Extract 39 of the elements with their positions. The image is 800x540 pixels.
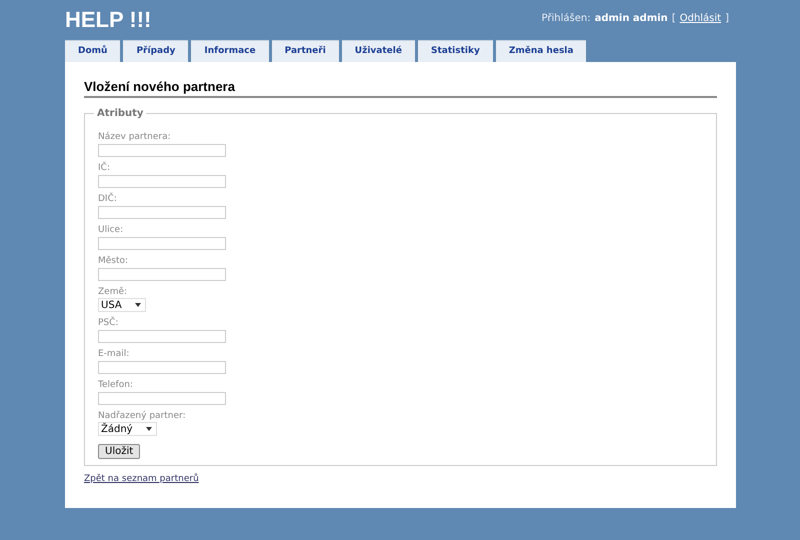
field-label: Telefon: [98, 380, 133, 391]
bracket: ] [725, 12, 729, 26]
back-link[interactable]: Zpět na seznam partnerů [84, 473, 199, 486]
bracket: [ [672, 12, 676, 26]
field-label: Název partnera: [98, 132, 171, 143]
input-field[interactable] [98, 144, 226, 157]
nav-tab[interactable]: Uživatelé [342, 40, 415, 62]
field-label: PSČ: [98, 318, 118, 329]
nav-tab[interactable]: Změna hesla [496, 40, 586, 62]
field-label: Ulice: [98, 225, 124, 236]
field-label: Město: [98, 256, 128, 267]
field-label: Nadřazený partner: [98, 411, 186, 422]
fieldset-legend: Atributy [94, 106, 146, 121]
input-field[interactable] [98, 175, 226, 188]
nav-tab[interactable]: Partneři [272, 40, 339, 62]
field-label: DIČ: [98, 194, 117, 205]
nav-tab[interactable]: Informace [191, 40, 269, 62]
input-field[interactable] [98, 206, 226, 219]
app-title: HELP !!! [65, 8, 152, 32]
field-label: E-mail: [98, 349, 130, 360]
page-heading: Vložení nového partnera [84, 78, 717, 98]
nav-tab[interactable]: Případy [123, 40, 188, 62]
field-label: IČ: [98, 163, 110, 174]
dropdown[interactable]: USA [98, 298, 146, 312]
caret-icon [146, 427, 152, 431]
field-label: Země: [98, 287, 128, 298]
dropdown[interactable]: Žádný [98, 422, 157, 436]
nav-tab[interactable]: Statistiky [418, 40, 493, 62]
input-field[interactable] [98, 392, 226, 405]
logout-link[interactable]: Odhlásit [680, 11, 722, 26]
input-field[interactable] [98, 361, 226, 374]
user-name: admin admin [594, 12, 668, 26]
input-field[interactable] [98, 330, 226, 343]
save-button[interactable]: Uložit [98, 444, 140, 459]
input-field[interactable] [98, 268, 226, 281]
nav-tab[interactable]: Domů [65, 40, 120, 62]
caret-icon [134, 303, 141, 307]
input-field[interactable] [98, 237, 226, 250]
logged-in-label: Přihlášen: [542, 12, 591, 26]
